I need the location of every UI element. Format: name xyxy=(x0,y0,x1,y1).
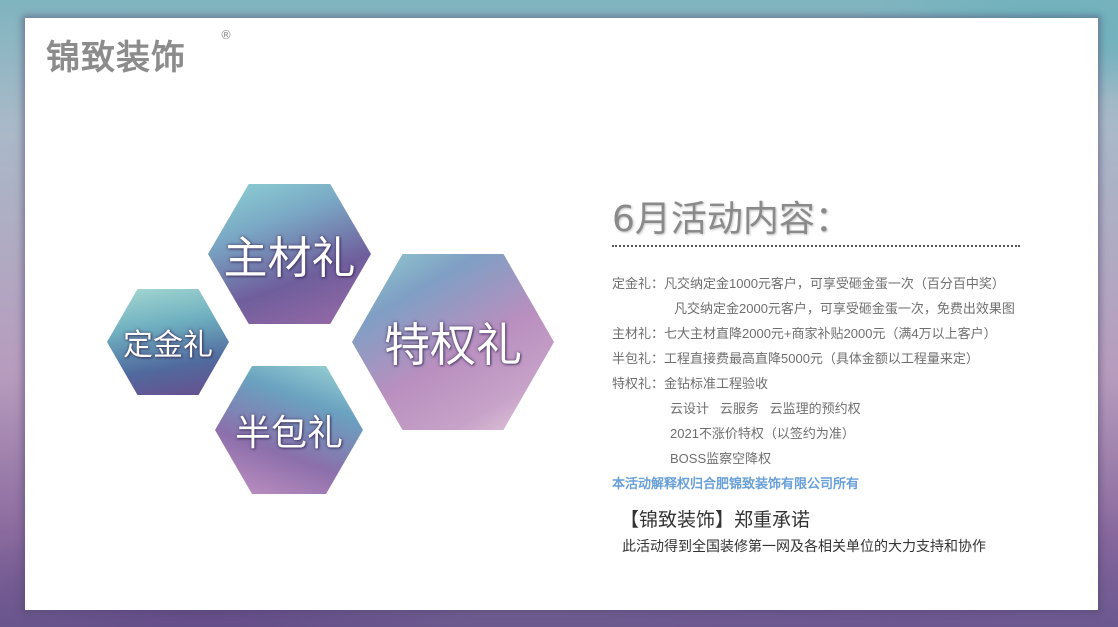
dotted-divider xyxy=(612,245,1020,247)
hexagon-half-package-label: 半包礼 xyxy=(234,413,343,454)
activity-line: 2021不涨价特权（以签约为准） xyxy=(670,426,855,441)
promise-heading: 【锦致装饰】郑重承诺 xyxy=(620,510,811,531)
activity-line: 主材礼：七大主材直降2000元+商家补贴2000元（满4万以上客户） xyxy=(612,326,997,341)
activity-line: 定金礼：凡交纳定金1000元客户，可享受砸金蛋一次（百分百中奖） xyxy=(612,276,1005,291)
hexagon-deposit-label: 定金礼 xyxy=(123,328,213,363)
activity-line: BOSS监察空降权 xyxy=(670,451,772,466)
copyright-notice: 本活动解释权归合肥锦致装饰有限公司所有 xyxy=(612,476,860,491)
activity-line: 凡交纳定金2000元客户，可享受砸金蛋一次，免费出效果图 xyxy=(674,301,1015,316)
activity-line: 特权礼：金钻标准工程验收 xyxy=(612,376,769,391)
registered-mark: ® xyxy=(220,28,232,42)
activity-title: 6月活动内容： xyxy=(612,199,851,240)
activity-line: 云设计 云服务 云监理的预约权 xyxy=(670,401,861,416)
hexagon-privilege-label: 特权礼 xyxy=(384,318,522,372)
brand-logo: 锦致装饰 xyxy=(46,38,186,78)
support-statement: 此活动得到全国装修第一网及各相关单位的大力支持和协作 xyxy=(622,538,986,554)
activity-line: 半包礼：工程直接费最高直降5000元（具体金额以工程量来定） xyxy=(612,351,979,366)
hexagon-main-material-label: 主材礼 xyxy=(223,233,356,284)
